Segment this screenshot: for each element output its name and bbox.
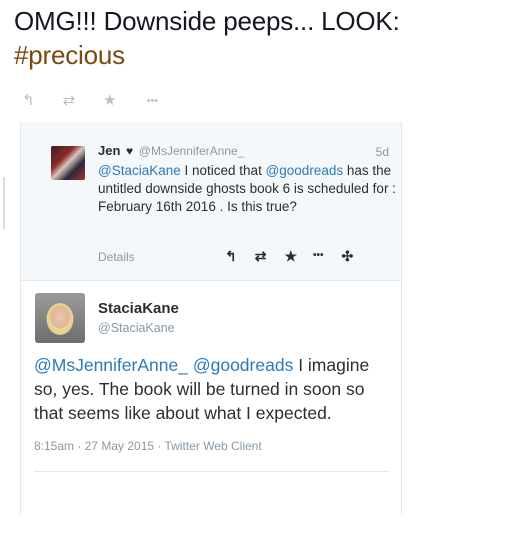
quoted-tweet[interactable]: Jen ♥ @MsJenniferAnne_ 5d @StaciaKane I … <box>3 122 401 281</box>
divider <box>34 471 389 472</box>
quoted-tweet-text: @StaciaKane I noticed that @goodreads ha… <box>98 162 398 216</box>
tweet-timestamp[interactable]: 5d <box>376 145 389 159</box>
expand-icon[interactable]: ✣ <box>342 247 354 265</box>
post-headline: OMG!!! Downside peeps... LOOK: #precious <box>14 4 500 72</box>
quote-indicator-bar <box>3 177 5 229</box>
mention-link[interactable]: @MsJenniferAnne_ <box>34 355 188 375</box>
reply-icon[interactable]: ↰ <box>225 247 237 265</box>
post-action-bar: ↰ ⇄ ★ ••• <box>22 92 158 110</box>
mention-link[interactable]: @StaciaKane <box>98 163 181 178</box>
tweet-text: @MsJenniferAnne_ @goodreads I imagine so… <box>34 353 396 425</box>
tweet-meta: 8:15am · 27 May 2015 · Twitter Web Clien… <box>34 439 262 453</box>
tweet-text-part: I noticed that <box>180 163 266 178</box>
heart-icon: ♥ <box>126 144 134 158</box>
favorite-star-icon[interactable]: ★ <box>103 92 116 110</box>
reply-icon[interactable]: ↰ <box>22 92 35 110</box>
quoted-tweet-header: Jen ♥ @MsJenniferAnne_ <box>98 143 244 158</box>
quoted-tweet-actions: ↰ ⇄ ★ ••• ✣ <box>225 247 353 265</box>
author-handle[interactable]: @MsJenniferAnne_ <box>139 144 245 158</box>
main-tweet: StaciaKane @StaciaKane @MsJenniferAnne_ … <box>21 281 401 514</box>
avatar[interactable] <box>35 293 85 343</box>
favorite-star-icon[interactable]: ★ <box>284 247 297 265</box>
mention-link[interactable]: @goodreads <box>266 163 344 178</box>
author-name[interactable]: Jen <box>98 143 120 158</box>
details-link[interactable]: Details <box>98 250 135 264</box>
headline-text: OMG!!! Downside peeps... LOOK: <box>14 6 400 36</box>
author-handle[interactable]: @StaciaKane <box>98 321 175 335</box>
tweet-card: Jen ♥ @MsJenniferAnne_ 5d @StaciaKane I … <box>3 122 402 514</box>
avatar[interactable] <box>51 146 85 180</box>
author-name[interactable]: StaciaKane <box>98 300 179 317</box>
retweet-icon[interactable]: ⇄ <box>255 247 267 265</box>
hashtag-link[interactable]: #precious <box>14 40 125 70</box>
more-dots-icon[interactable]: ••• <box>313 247 324 265</box>
more-dots-icon[interactable]: ••• <box>147 92 159 110</box>
mention-link[interactable]: @goodreads <box>193 355 293 375</box>
retweet-icon[interactable]: ⇄ <box>63 92 76 110</box>
